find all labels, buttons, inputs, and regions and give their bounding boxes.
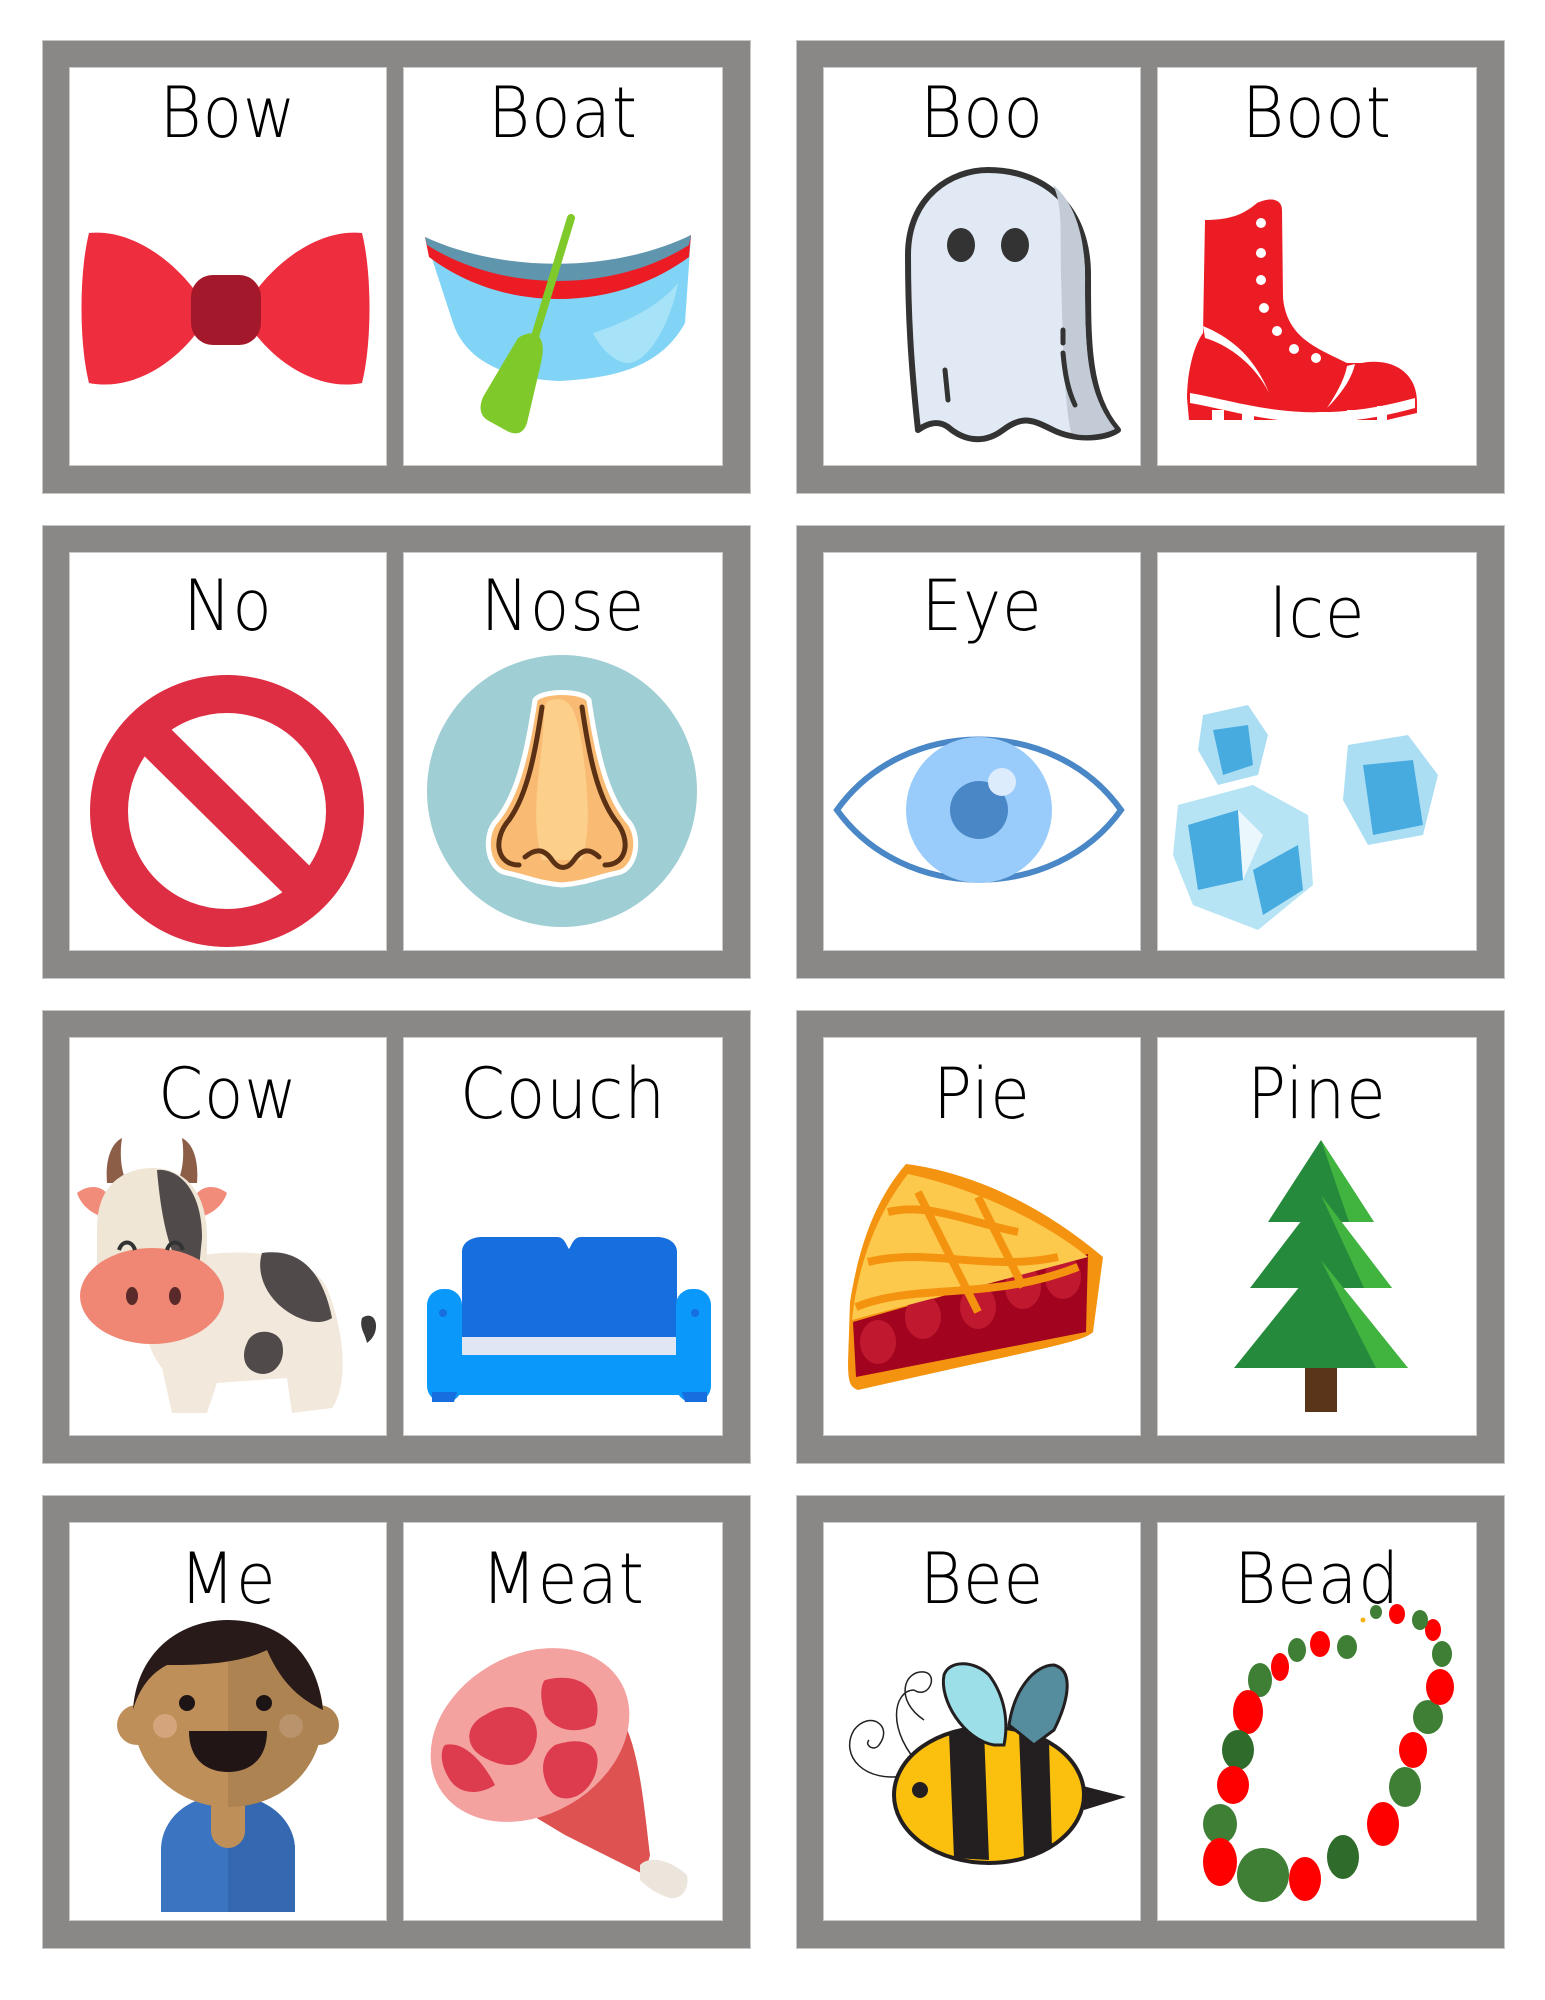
boot-icon bbox=[1187, 198, 1419, 423]
card-me[interactable]: Me bbox=[69, 1522, 387, 1921]
card-pie[interactable]: Pie bbox=[823, 1037, 1141, 1436]
card-bee[interactable]: Bee bbox=[823, 1522, 1141, 1921]
card-word: Pine bbox=[1247, 1053, 1387, 1135]
ghost-icon bbox=[903, 165, 1123, 445]
card-word: Couch bbox=[459, 1053, 666, 1135]
card-word: Me bbox=[179, 1538, 277, 1620]
card-word: Nose bbox=[480, 565, 646, 647]
card-no[interactable]: No bbox=[69, 552, 387, 951]
ice-cubes-icon bbox=[1168, 685, 1468, 937]
card-nose[interactable]: Nose bbox=[403, 552, 723, 951]
card-pair-cow-couch: Cow Couch bbox=[43, 1011, 750, 1463]
cow-icon bbox=[77, 1138, 381, 1415]
card-word: Boat bbox=[488, 72, 638, 154]
card-word: Bead bbox=[1234, 1538, 1400, 1620]
card-pair-boo-boot: Boo Boot bbox=[797, 41, 1504, 493]
card-word: Pie bbox=[933, 1053, 1031, 1135]
card-boot[interactable]: Boot bbox=[1157, 67, 1477, 466]
couch-icon bbox=[427, 1237, 711, 1402]
card-word: Eye bbox=[921, 565, 1043, 647]
card-couch[interactable]: Couch bbox=[403, 1037, 723, 1436]
card-pair-no-nose: No Nose bbox=[43, 526, 750, 978]
bow-tie-icon bbox=[79, 223, 372, 393]
nose-icon bbox=[427, 655, 697, 927]
no-sign-icon bbox=[90, 675, 364, 947]
card-word: No bbox=[183, 565, 273, 647]
card-pair-bee-bead: Bee Bead bbox=[797, 1496, 1504, 1948]
card-pair-bow-boat: Bow Boat bbox=[43, 41, 750, 493]
card-boat[interactable]: Boat bbox=[403, 67, 723, 466]
card-pine[interactable]: Pine bbox=[1157, 1037, 1477, 1436]
card-word: Ice bbox=[1268, 572, 1366, 654]
card-pair-me-meat: Me Meat bbox=[43, 1496, 750, 1948]
card-word: Bee bbox=[919, 1538, 1045, 1620]
boy-icon bbox=[117, 1620, 339, 1912]
bee-icon bbox=[834, 1660, 1126, 1865]
ham-leg-icon bbox=[425, 1648, 703, 1900]
card-pair-pie-pine: Pie Pine bbox=[797, 1011, 1504, 1463]
rowboat-icon bbox=[423, 213, 693, 439]
card-word: Boo bbox=[920, 72, 1044, 154]
card-word: Cow bbox=[158, 1053, 298, 1135]
card-pair-eye-ice: Eye Ice bbox=[797, 526, 1504, 978]
card-boo[interactable]: Boo bbox=[823, 67, 1141, 466]
pine-tree-icon bbox=[1234, 1140, 1408, 1412]
card-bow[interactable]: Bow bbox=[69, 67, 387, 466]
eye-icon bbox=[833, 716, 1125, 903]
card-eye[interactable]: Eye bbox=[823, 552, 1141, 951]
card-word: Meat bbox=[481, 1538, 645, 1620]
card-cow[interactable]: Cow bbox=[69, 1037, 387, 1436]
card-word: Bow bbox=[159, 72, 297, 154]
bead-necklace-icon bbox=[1200, 1604, 1454, 1902]
card-word: Boot bbox=[1242, 72, 1392, 154]
card-bead[interactable]: Bead bbox=[1157, 1522, 1477, 1921]
card-meat[interactable]: Meat bbox=[403, 1522, 723, 1921]
card-ice[interactable]: Ice bbox=[1157, 552, 1477, 951]
pie-slice-icon bbox=[848, 1162, 1108, 1390]
